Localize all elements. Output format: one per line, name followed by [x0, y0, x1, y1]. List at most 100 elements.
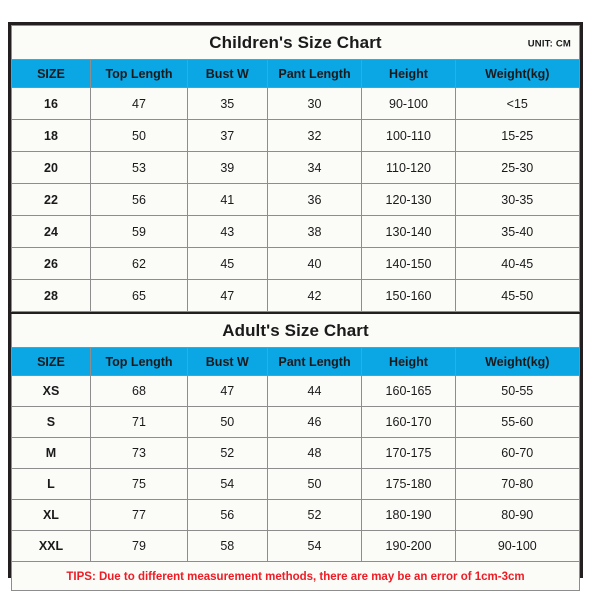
adult-chart-title: Adult's Size Chart [222, 320, 369, 340]
cell-pant-length: 52 [266, 499, 363, 531]
adult-header-row: SIZE Top Length Bust W Pant Length Heigh… [11, 347, 581, 376]
cell-size: 28 [11, 279, 91, 312]
table-row: 16 47 35 30 90-100 <15 [11, 87, 581, 120]
cell-top-length: 59 [89, 215, 189, 248]
children-size-table: Children's Size Chart UNIT: CM SIZE Top … [11, 25, 581, 312]
cell-bust-w: 35 [187, 87, 268, 120]
cell-top-length: 68 [89, 375, 189, 407]
cell-size: L [11, 468, 91, 500]
size-chart-frame: Children's Size Chart UNIT: CM SIZE Top … [8, 22, 583, 591]
cell-height: 100-110 [361, 119, 456, 152]
cell-bust-w: 54 [187, 468, 268, 500]
cell-bust-w: 43 [187, 215, 268, 248]
adult-title-row: Adult's Size Chart [11, 312, 580, 348]
cell-bust-w: 58 [187, 530, 268, 562]
cell-size: XXL [11, 530, 91, 562]
cell-top-length: 73 [89, 437, 189, 469]
cell-pant-length: 36 [266, 183, 363, 216]
cell-height: 110-120 [361, 151, 456, 184]
cell-height: 170-175 [361, 437, 456, 469]
cell-height: 90-100 [361, 87, 456, 120]
cell-size: S [11, 406, 91, 438]
cell-pant-length: 46 [266, 406, 363, 438]
tips-cell: TIPS: Due to different measurement metho… [11, 561, 580, 591]
cell-weight: 45-50 [454, 279, 581, 312]
table-row: 20 53 39 34 110-120 25-30 [11, 151, 581, 184]
cell-bust-w: 56 [187, 499, 268, 531]
cell-weight: 50-55 [454, 375, 581, 407]
adult-col-size: SIZE [11, 347, 91, 376]
cell-weight: 40-45 [454, 247, 581, 280]
cell-top-length: 79 [89, 530, 189, 562]
cell-size: 26 [11, 247, 91, 280]
cell-height: 160-165 [361, 375, 456, 407]
cell-pant-length: 32 [266, 119, 363, 152]
table-row: 24 59 43 38 130-140 35-40 [11, 215, 581, 248]
adult-col-weight: Weight(kg) [454, 347, 581, 376]
adult-col-height: Height [361, 347, 456, 376]
adult-table-body: Adult's Size Chart SIZE Top Length Bust … [11, 312, 581, 591]
cell-weight: 70-80 [454, 468, 581, 500]
cell-top-length: 47 [89, 87, 189, 120]
cell-top-length: 53 [89, 151, 189, 184]
cell-weight: 60-70 [454, 437, 581, 469]
table-row: M 73 52 48 170-175 60-70 [11, 437, 581, 469]
cell-weight: 25-30 [454, 151, 581, 184]
cell-size: 22 [11, 183, 91, 216]
cell-bust-w: 52 [187, 437, 268, 469]
cell-weight: 90-100 [454, 530, 581, 562]
cell-height: 150-160 [361, 279, 456, 312]
cell-pant-length: 38 [266, 215, 363, 248]
cell-top-length: 77 [89, 499, 189, 531]
cell-height: 120-130 [361, 183, 456, 216]
unit-label: UNIT: CM [527, 38, 571, 50]
cell-height: 180-190 [361, 499, 456, 531]
tips-note: TIPS: Due to different measurement metho… [66, 571, 525, 583]
children-col-bust-w: Bust W [187, 59, 268, 88]
table-row: 22 56 41 36 120-130 30-35 [11, 183, 581, 216]
adult-col-bust-w: Bust W [187, 347, 268, 376]
children-chart-title: Children's Size Chart [209, 32, 382, 52]
cell-size: XS [11, 375, 91, 407]
children-title-row: Children's Size Chart UNIT: CM [11, 25, 580, 60]
cell-pant-length: 48 [266, 437, 363, 469]
adult-col-top-length: Top Length [89, 347, 189, 376]
cell-bust-w: 39 [187, 151, 268, 184]
cell-bust-w: 47 [187, 375, 268, 407]
table-row: XS 68 47 44 160-165 50-55 [11, 375, 581, 407]
cell-top-length: 50 [89, 119, 189, 152]
cell-pant-length: 42 [266, 279, 363, 312]
cell-pant-length: 44 [266, 375, 363, 407]
cell-top-length: 71 [89, 406, 189, 438]
cell-size: 20 [11, 151, 91, 184]
adult-col-pant-length: Pant Length [266, 347, 363, 376]
cell-height: 175-180 [361, 468, 456, 500]
cell-top-length: 62 [89, 247, 189, 280]
cell-size: 24 [11, 215, 91, 248]
cell-top-length: 75 [89, 468, 189, 500]
children-col-pant-length: Pant Length [266, 59, 363, 88]
adult-size-table: Adult's Size Chart SIZE Top Length Bust … [11, 312, 581, 591]
children-col-height: Height [361, 59, 456, 88]
table-row: XL 77 56 52 180-190 80-90 [11, 499, 581, 531]
table-row: 28 65 47 42 150-160 45-50 [11, 279, 581, 312]
cell-top-length: 56 [89, 183, 189, 216]
cell-bust-w: 47 [187, 279, 268, 312]
children-table-body: Children's Size Chart UNIT: CM SIZE Top … [11, 25, 581, 312]
adult-title-cell: Adult's Size Chart [11, 312, 580, 348]
cell-size: 18 [11, 119, 91, 152]
children-col-top-length: Top Length [89, 59, 189, 88]
cell-height: 160-170 [361, 406, 456, 438]
children-col-weight: Weight(kg) [454, 59, 581, 88]
cell-top-length: 65 [89, 279, 189, 312]
table-row: 26 62 45 40 140-150 40-45 [11, 247, 581, 280]
children-header-row: SIZE Top Length Bust W Pant Length Heigh… [11, 59, 581, 88]
tips-row: TIPS: Due to different measurement metho… [11, 561, 580, 591]
table-row: S 71 50 46 160-170 55-60 [11, 406, 581, 438]
cell-bust-w: 37 [187, 119, 268, 152]
table-row: L 75 54 50 175-180 70-80 [11, 468, 581, 500]
children-col-size: SIZE [11, 59, 91, 88]
cell-height: 130-140 [361, 215, 456, 248]
cell-bust-w: 41 [187, 183, 268, 216]
size-chart-page: Children's Size Chart UNIT: CM SIZE Top … [0, 0, 600, 600]
